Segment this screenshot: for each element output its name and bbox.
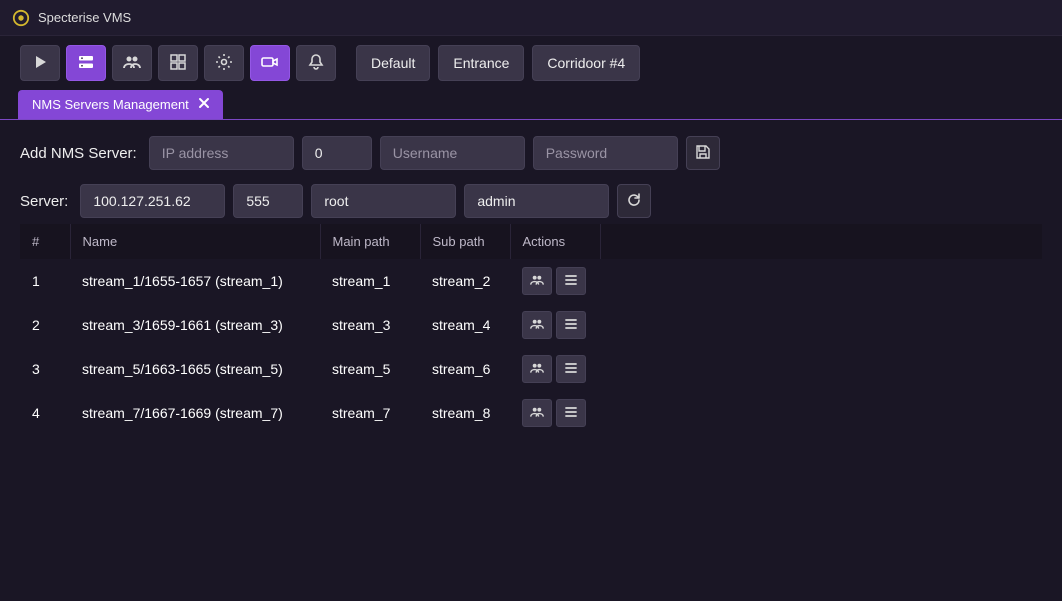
server-row: Server: <box>20 184 1042 218</box>
table-row: 4 stream_7/1667-1669 (stream_7) stream_7… <box>20 391 1042 435</box>
row-users-button[interactable] <box>522 311 552 339</box>
server-password-input[interactable] <box>464 184 609 218</box>
col-header-num: # <box>20 224 70 259</box>
table-row: 3 stream_5/1663-1665 (stream_5) stream_5… <box>20 347 1042 391</box>
cell-main: stream_5 <box>320 347 420 391</box>
col-header-actions: Actions <box>510 224 600 259</box>
camera-icon <box>261 53 279 74</box>
table-row: 1 stream_1/1655-1657 (stream_1) stream_1… <box>20 259 1042 303</box>
add-save-button[interactable] <box>686 136 720 170</box>
add-server-label: Add NMS Server: <box>20 145 137 162</box>
cell-name: stream_3/1659-1661 (stream_3) <box>70 303 320 347</box>
toolbar: Default Entrance Corridoor #4 <box>0 36 1062 90</box>
menu-icon <box>564 361 578 378</box>
cell-num: 2 <box>20 303 70 347</box>
cell-num: 1 <box>20 259 70 303</box>
app-logo-icon <box>12 9 30 27</box>
server-label: Server: <box>20 193 68 210</box>
add-username-input[interactable] <box>380 136 525 170</box>
users-icon <box>530 273 544 290</box>
save-icon <box>695 144 711 163</box>
cell-main: stream_3 <box>320 303 420 347</box>
row-menu-button[interactable] <box>556 311 586 339</box>
app-title: Specterise VMS <box>38 10 131 25</box>
cell-sub: stream_8 <box>420 391 510 435</box>
quick-view-label: Corridoor #4 <box>547 55 625 71</box>
play-icon <box>31 53 49 74</box>
close-icon[interactable] <box>197 96 211 113</box>
cell-main: stream_1 <box>320 259 420 303</box>
cell-name: stream_7/1667-1669 (stream_7) <box>70 391 320 435</box>
grid-icon <box>169 53 187 74</box>
col-header-main: Main path <box>320 224 420 259</box>
table-row: 2 stream_3/1659-1661 (stream_3) stream_3… <box>20 303 1042 347</box>
servers-icon <box>77 53 95 74</box>
cell-name: stream_5/1663-1665 (stream_5) <box>70 347 320 391</box>
streams-table: # Name Main path Sub path Actions 1 stre… <box>20 224 1042 435</box>
quick-view-button[interactable]: Entrance <box>438 45 524 81</box>
users-icon <box>123 53 141 74</box>
cell-actions <box>510 259 600 303</box>
servers-button[interactable] <box>66 45 106 81</box>
refresh-icon <box>626 192 642 211</box>
table-header-row: # Name Main path Sub path Actions <box>20 224 1042 259</box>
row-users-button[interactable] <box>522 399 552 427</box>
cell-actions <box>510 347 600 391</box>
tab-label: NMS Servers Management <box>32 97 189 112</box>
cell-sub: stream_4 <box>420 303 510 347</box>
add-server-row: Add NMS Server: <box>20 136 1042 170</box>
menu-icon <box>564 405 578 422</box>
quick-view-label: Entrance <box>453 55 509 71</box>
row-users-button[interactable] <box>522 355 552 383</box>
content-area: Add NMS Server: Server: # Name Mai <box>0 120 1062 435</box>
server-ip-input[interactable] <box>80 184 225 218</box>
add-port-input[interactable] <box>302 136 372 170</box>
titlebar: Specterise VMS <box>0 0 1062 36</box>
users-button[interactable] <box>112 45 152 81</box>
row-menu-button[interactable] <box>556 355 586 383</box>
grid-button[interactable] <box>158 45 198 81</box>
cell-actions <box>510 303 600 347</box>
cell-num: 4 <box>20 391 70 435</box>
col-header-spacer <box>600 224 1042 259</box>
quick-view-button[interactable]: Default <box>356 45 430 81</box>
menu-icon <box>564 273 578 290</box>
quick-view-button[interactable]: Corridoor #4 <box>532 45 640 81</box>
bell-icon <box>307 53 325 74</box>
cell-actions <box>510 391 600 435</box>
col-header-sub: Sub path <box>420 224 510 259</box>
settings-button[interactable] <box>204 45 244 81</box>
add-password-input[interactable] <box>533 136 678 170</box>
row-menu-button[interactable] <box>556 267 586 295</box>
server-port-input[interactable] <box>233 184 303 218</box>
row-users-button[interactable] <box>522 267 552 295</box>
gear-icon <box>215 53 233 74</box>
cell-sub: stream_6 <box>420 347 510 391</box>
col-header-name: Name <box>70 224 320 259</box>
camera-button[interactable] <box>250 45 290 81</box>
cell-sub: stream_2 <box>420 259 510 303</box>
tab-nms-servers[interactable]: NMS Servers Management <box>18 90 223 119</box>
server-refresh-button[interactable] <box>617 184 651 218</box>
quick-view-label: Default <box>371 55 415 71</box>
row-menu-button[interactable] <box>556 399 586 427</box>
menu-icon <box>564 317 578 334</box>
tab-strip: NMS Servers Management <box>0 90 1062 120</box>
users-icon <box>530 361 544 378</box>
users-icon <box>530 317 544 334</box>
users-icon <box>530 405 544 422</box>
add-ip-input[interactable] <box>149 136 294 170</box>
cell-name: stream_1/1655-1657 (stream_1) <box>70 259 320 303</box>
cell-num: 3 <box>20 347 70 391</box>
server-username-input[interactable] <box>311 184 456 218</box>
notifications-button[interactable] <box>296 45 336 81</box>
play-button[interactable] <box>20 45 60 81</box>
cell-main: stream_7 <box>320 391 420 435</box>
